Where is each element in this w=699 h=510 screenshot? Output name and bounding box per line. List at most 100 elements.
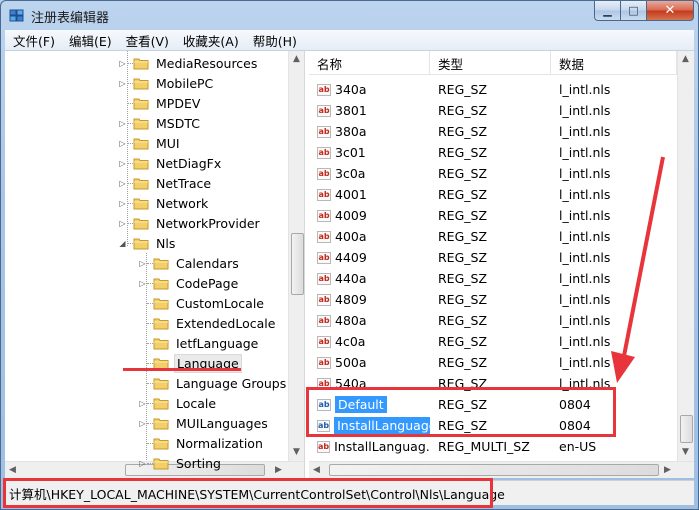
expand-icon[interactable]: ▷ bbox=[138, 419, 147, 428]
tree-item[interactable]: ▷ Calendars bbox=[138, 253, 241, 273]
tree-item[interactable]: ▷ MUI bbox=[118, 133, 182, 153]
folder-icon bbox=[133, 77, 149, 90]
value-name-cell: ab 500a bbox=[309, 355, 430, 370]
tree-item[interactable]: ▷ MobilePC bbox=[118, 73, 215, 93]
value-type-cell: REG_SZ bbox=[438, 166, 488, 181]
collapse-icon[interactable]: ◢ bbox=[118, 239, 127, 248]
folder-icon bbox=[153, 417, 169, 430]
tree-item[interactable]: MPDEV bbox=[118, 93, 202, 113]
tree-item-label: NetTrace bbox=[156, 175, 212, 191]
tree-item-label: Network bbox=[156, 195, 209, 211]
scroll-up-icon[interactable]: ▲ bbox=[293, 54, 300, 64]
list-hscroll-thumb[interactable] bbox=[329, 464, 659, 476]
title-bar[interactable]: 注册表编辑器 ▁ □ ✕ bbox=[1, 1, 698, 31]
scroll-right-icon[interactable]: ▶ bbox=[275, 465, 282, 475]
scroll-down-icon[interactable]: ▼ bbox=[682, 447, 689, 457]
tree-item-label: Locale bbox=[176, 395, 217, 411]
registry-value-row[interactable]: ab 380a REG_SZ l_intl.nls bbox=[309, 121, 677, 142]
menu-favorites[interactable]: 收藏夹(A) bbox=[175, 31, 245, 50]
value-name: 440a bbox=[335, 271, 367, 286]
column-header-type[interactable]: 类型 bbox=[430, 51, 551, 75]
value-name-cell: ab 3801 bbox=[309, 103, 430, 118]
scroll-down-icon[interactable]: ▼ bbox=[293, 447, 300, 457]
tree-item[interactable]: CustomLocale bbox=[138, 293, 266, 313]
tree-item[interactable]: Normalization bbox=[138, 433, 265, 453]
string-value-icon: ab bbox=[317, 146, 331, 159]
value-name-cell: ab 4009 bbox=[309, 208, 430, 223]
folder-icon bbox=[153, 397, 169, 410]
expand-icon[interactable]: ▷ bbox=[118, 79, 127, 88]
expand-icon[interactable]: ▷ bbox=[118, 59, 127, 68]
registry-value-row[interactable]: ab 340a REG_SZ l_intl.nls bbox=[309, 79, 677, 100]
folder-icon bbox=[133, 97, 149, 110]
tree-item[interactable]: ▷ Network bbox=[118, 193, 210, 213]
expand-icon[interactable]: ▷ bbox=[118, 119, 127, 128]
tree-scroll-thumb[interactable] bbox=[291, 233, 304, 295]
folder-icon bbox=[133, 177, 149, 190]
tree-item[interactable]: ▷ NetDiagFx bbox=[118, 153, 223, 173]
value-name-cell: ab 440a bbox=[309, 271, 430, 286]
tree-item[interactable]: ▷ Sorting bbox=[138, 453, 223, 473]
tree-item[interactable]: IetfLanguage bbox=[138, 333, 260, 353]
value-type-cell: REG_SZ bbox=[438, 250, 488, 265]
tree-item[interactable]: ▷ MSDTC bbox=[118, 113, 202, 133]
scroll-right-icon[interactable]: ▶ bbox=[664, 465, 671, 475]
minimize-icon: ▁ bbox=[603, 4, 612, 17]
menu-file[interactable]: 文件(F) bbox=[5, 31, 61, 50]
registry-value-row[interactable]: ab 3801 REG_SZ l_intl.nls bbox=[309, 100, 677, 121]
value-data-cell: en-US bbox=[559, 439, 597, 454]
tree-item[interactable]: ▷ CodePage bbox=[138, 273, 240, 293]
string-value-icon: ab bbox=[317, 188, 331, 201]
value-type-cell: REG_SZ bbox=[438, 355, 488, 370]
value-type-cell: REG_SZ bbox=[438, 313, 488, 328]
tree-item[interactable]: ExtendedLocale bbox=[138, 313, 277, 333]
maximize-button[interactable]: □ bbox=[621, 1, 647, 21]
list-horizontal-scrollbar[interactable]: ◀ ▶ bbox=[309, 461, 694, 478]
highlight-underline bbox=[123, 368, 241, 371]
scroll-left-icon[interactable]: ◀ bbox=[313, 465, 320, 475]
expand-icon[interactable]: ▷ bbox=[118, 219, 127, 228]
value-name: InstallLanguag... bbox=[334, 439, 430, 454]
highlight-values-box bbox=[306, 387, 616, 437]
tree-item[interactable]: ▷ MediaResources bbox=[118, 53, 259, 73]
value-data-cell: l_intl.nls bbox=[559, 103, 611, 118]
expand-icon[interactable]: ▷ bbox=[118, 179, 127, 188]
tree-item[interactable]: ▷ Locale bbox=[138, 393, 218, 413]
expand-icon[interactable]: ▷ bbox=[138, 399, 147, 408]
menu-help[interactable]: 帮助(H) bbox=[245, 31, 303, 50]
value-name: 4c0a bbox=[335, 334, 366, 349]
scroll-up-icon[interactable]: ▲ bbox=[682, 54, 689, 64]
folder-icon bbox=[133, 57, 149, 70]
expand-icon[interactable]: ▷ bbox=[138, 279, 147, 288]
column-header-data[interactable]: 数据 bbox=[551, 51, 677, 75]
expand-icon[interactable]: ▷ bbox=[138, 259, 147, 268]
column-header-name[interactable]: 名称 bbox=[309, 51, 430, 75]
menu-view[interactable]: 查看(V) bbox=[118, 31, 175, 50]
expand-icon[interactable]: ▷ bbox=[118, 159, 127, 168]
tree-vertical-scrollbar[interactable]: ▲ ▼ bbox=[288, 51, 304, 461]
expand-icon[interactable]: ▷ bbox=[118, 199, 127, 208]
tree-item-label: IetfLanguage bbox=[176, 335, 259, 351]
registry-value-row[interactable]: ab InstallLanguag... REG_MULTI_SZ en-US bbox=[309, 436, 677, 457]
tree-item[interactable]: ▷ NetworkProvider bbox=[118, 213, 262, 233]
scroll-left-icon[interactable]: ◀ bbox=[9, 465, 16, 475]
menu-edit[interactable]: 编辑(E) bbox=[61, 31, 118, 50]
expand-icon[interactable]: ▷ bbox=[138, 459, 147, 468]
tree-item[interactable]: ▷ MUILanguages bbox=[138, 413, 270, 433]
close-button[interactable]: ✕ bbox=[647, 1, 694, 21]
value-name-cell: ab 400a bbox=[309, 229, 430, 244]
tree-item-label: Calendars bbox=[176, 255, 239, 271]
tree-item[interactable]: ▷ NetTrace bbox=[118, 173, 213, 193]
annotation-arrow bbox=[611, 156, 665, 383]
value-name: 4809 bbox=[335, 292, 367, 307]
list-scroll-thumb[interactable] bbox=[680, 415, 693, 443]
expand-icon[interactable]: ▷ bbox=[118, 139, 127, 148]
folder-icon bbox=[133, 137, 149, 150]
tree-item-label: MSDTC bbox=[156, 115, 200, 131]
string-value-icon: ab bbox=[317, 293, 331, 306]
tree-item[interactable]: Language Groups bbox=[138, 373, 288, 393]
minimize-button[interactable]: ▁ bbox=[594, 1, 621, 21]
tree-item[interactable]: ◢ Nls bbox=[118, 233, 177, 253]
